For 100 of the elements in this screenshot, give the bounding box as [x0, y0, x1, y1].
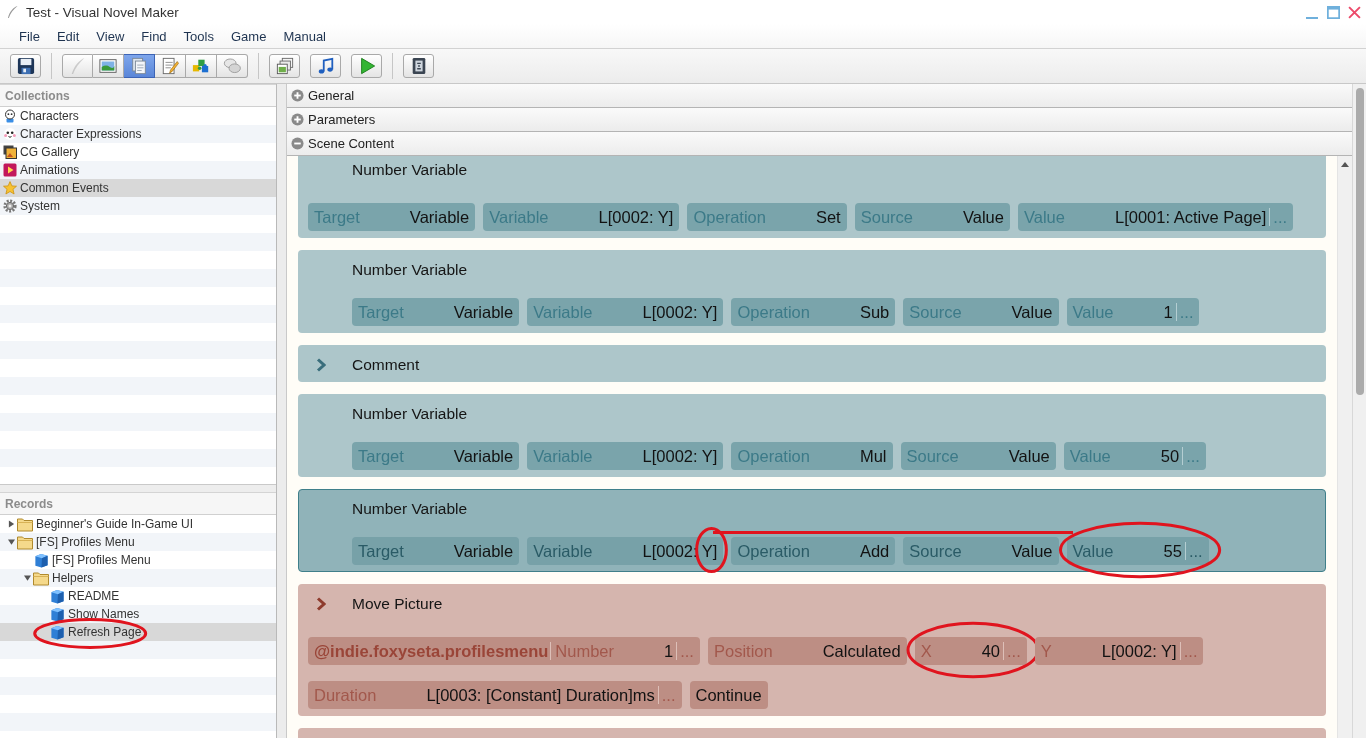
collection-item[interactable]: Character Expressions [0, 125, 276, 143]
command-card[interactable]: Number Variable Target Variable Variable L[0002: Y] Operation Sub Source Value Value 1 ... [298, 250, 1326, 333]
toolbar-button[interactable] [10, 54, 41, 78]
puzzle-icon [192, 57, 210, 75]
param-value[interactable]: Value [1011, 537, 1053, 565]
param-value[interactable]: 1 [1163, 298, 1173, 326]
param-value[interactable]: Calculated [822, 637, 901, 665]
param-value[interactable]: L[0001: Active Page] [1114, 203, 1267, 231]
param-value[interactable]: L[0002: Y] [642, 537, 718, 565]
param-value[interactable]: Variable [409, 203, 470, 231]
collection-item[interactable]: Common Events [0, 179, 276, 197]
param-label: Operation [693, 207, 766, 228]
menu-item[interactable]: File [11, 26, 48, 46]
param-value[interactable]: Value [1011, 298, 1053, 326]
person-icon [3, 109, 17, 123]
param-value[interactable]: 40 [981, 637, 1000, 665]
param-label: Variable [533, 302, 593, 323]
tree-item[interactable]: [FS] Profiles Menu [0, 551, 276, 569]
command-title: Number Variable [352, 161, 468, 179]
music-note-icon [316, 57, 335, 75]
param-value[interactable]: L[0002: Y] [642, 298, 718, 326]
param-label: Operation [737, 541, 810, 562]
folder-icon [33, 570, 49, 586]
param-value[interactable]: 50 [1160, 442, 1180, 470]
maximize-icon [1327, 5, 1340, 19]
scrollbar[interactable] [1352, 84, 1366, 738]
param-value[interactable]: Variable [453, 442, 514, 470]
panel-header: Records [0, 492, 276, 515]
param-label: X [920, 641, 932, 662]
tree-item[interactable]: README [0, 587, 276, 605]
menu-item[interactable]: Tools [175, 26, 222, 46]
param-value[interactable]: Set [815, 203, 841, 231]
command-card[interactable]: Number Variable Target Variable Variable L[0002: Y] Operation Set Source Value Value L[0001: Active Page] ... [298, 156, 1326, 238]
scrollbar-thumb[interactable] [1356, 88, 1364, 395]
param-label: Source [909, 302, 962, 323]
command-card[interactable]: Number Variable Target Variable Variable L[0002: Y] Operation Mul Source Value Value 50 ... [298, 394, 1326, 477]
param-label: Position [713, 641, 773, 662]
param-label: Target [358, 541, 404, 562]
param-label: Value [1023, 207, 1065, 228]
param-value[interactable]: Value [1008, 442, 1050, 470]
menu-item[interactable]: Find [133, 26, 175, 46]
param-value[interactable]: Add [859, 537, 890, 565]
command-card[interactable]: Comment [298, 345, 1326, 382]
caret-down-icon[interactable] [7, 538, 15, 546]
toolbar-button[interactable] [403, 54, 434, 78]
param-value[interactable]: L[0002: Y] [642, 442, 718, 470]
param-value[interactable]: Continue [695, 681, 762, 709]
param-label: Source [909, 541, 962, 562]
param-label: Value [1072, 302, 1114, 323]
param-label: Duration [314, 685, 377, 706]
collection-item[interactable]: CG Gallery [0, 143, 276, 161]
tree-item[interactable]: Helpers [0, 569, 276, 587]
param-value[interactable]: L[0002: Y] [1101, 637, 1177, 665]
tree-item[interactable]: Beginner's Guide In-Game UI [0, 515, 276, 533]
chevron-right-icon[interactable] [316, 597, 326, 611]
windows-icon [275, 57, 294, 75]
param-value[interactable]: L[0003: [Constant] Duration]ms [426, 681, 655, 709]
toolbar-button[interactable] [124, 54, 155, 78]
close-button[interactable] [1348, 5, 1361, 19]
menu-item[interactable]: Game [222, 26, 275, 46]
cube-icon [49, 588, 65, 604]
caret-up-icon[interactable] [1341, 162, 1349, 167]
maximize-button[interactable] [1327, 5, 1340, 19]
command-card[interactable]: Move Picture @indie.foxyseta.profilesmenu Number 1 ... Position Calculated X 40 ... Y L[0002: Y] ... Duration L[0003: [Constant] Duration]ms ... Continue [298, 584, 1326, 716]
chevron-right-icon[interactable] [316, 358, 326, 372]
param-value[interactable]: Mul [859, 442, 887, 470]
param-value[interactable]: 55 [1163, 537, 1182, 565]
tree-item[interactable]: [FS] Profiles Menu [0, 533, 276, 551]
param-label: Y [1040, 641, 1052, 662]
collection-item[interactable]: System [0, 197, 276, 215]
param-value[interactable]: Value [963, 203, 1004, 231]
menu-item[interactable]: Edit [48, 26, 88, 46]
collection-item[interactable]: Animations [0, 161, 276, 179]
caret-right-icon[interactable] [7, 520, 15, 528]
play-tile-icon [3, 163, 17, 177]
toolbar-button[interactable] [310, 54, 341, 78]
caret-down-icon[interactable] [23, 574, 31, 582]
param-label: Source [906, 446, 959, 467]
collection-item[interactable]: Characters [0, 107, 276, 125]
scrollbar[interactable] [1337, 156, 1352, 738]
param-label: Operation [737, 302, 810, 323]
settings-icon [3, 199, 17, 213]
command-title: Number Variable [352, 261, 468, 279]
chat-bubbles-icon [223, 57, 241, 75]
save-icon [16, 57, 35, 75]
tree-item[interactable]: Show Names [0, 605, 276, 623]
param-value[interactable]: Variable [453, 298, 514, 326]
param-value[interactable]: 1 [664, 637, 674, 665]
param-label: Variable [489, 207, 549, 228]
param-value[interactable]: Variable [453, 537, 514, 565]
menu-item[interactable]: View [88, 26, 133, 46]
param-label: Variable [533, 541, 593, 562]
param-value[interactable]: L[0002: Y] [598, 203, 674, 231]
command-title: Number Variable [352, 500, 468, 518]
cube-icon [49, 624, 65, 640]
param-label: Value [1072, 541, 1114, 562]
param-value[interactable]: Sub [859, 298, 890, 326]
param-label: Variable [533, 446, 593, 467]
menu-item[interactable]: Manual [275, 26, 334, 46]
folder-icon [17, 534, 33, 550]
